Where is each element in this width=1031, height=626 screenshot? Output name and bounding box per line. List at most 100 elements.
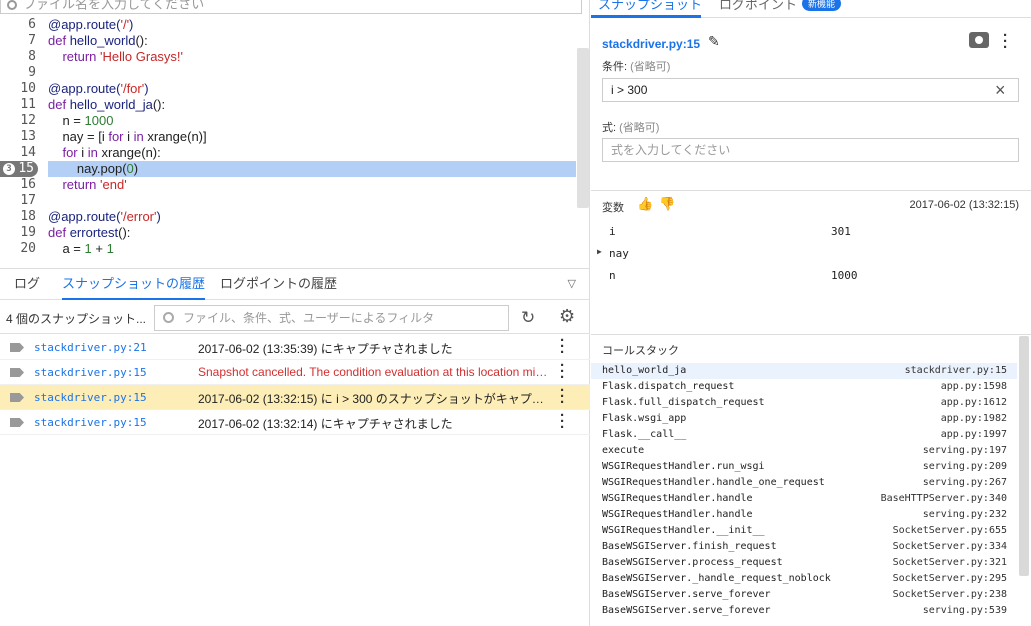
- frame-name: WSGIRequestHandler.handle: [602, 493, 753, 504]
- code-line[interactable]: 6 @app.route('/'): [0, 17, 590, 33]
- frame-location: app.py:1997: [940, 429, 1007, 440]
- thumbs-up-icon[interactable]: 👍: [637, 196, 653, 212]
- stack-frame[interactable]: hello_world_ja stackdriver.py:15: [591, 363, 1017, 379]
- expand-arrow-icon[interactable]: ▶: [597, 247, 602, 256]
- snapshot-message: Snapshot cancelled. The condition evalua…: [198, 365, 550, 379]
- line-number[interactable]: 7: [0, 33, 40, 49]
- refresh-icon[interactable]: ↻: [521, 308, 535, 328]
- line-number[interactable]: 9: [0, 65, 40, 81]
- code-line[interactable]: 12 n = 1000: [0, 113, 590, 129]
- code-line[interactable]: 10 @app.route('/for'): [0, 81, 590, 97]
- frame-location: BaseHTTPServer.py:340: [880, 493, 1007, 504]
- tab-snapshot-history[interactable]: スナップショットの履歴: [62, 269, 206, 300]
- line-number[interactable]: 8: [0, 49, 40, 65]
- line-number[interactable]: 14: [0, 145, 40, 161]
- line-number[interactable]: 18: [0, 209, 40, 225]
- more-vert-icon[interactable]: · · ·: [560, 333, 565, 360]
- frame-name: WSGIRequestHandler.run_wsgi: [602, 461, 765, 472]
- code-line[interactable]: 18 @app.route('/error'): [0, 209, 590, 225]
- more-vert-icon[interactable]: · · ·: [560, 408, 565, 435]
- condition-input[interactable]: i > 300: [602, 78, 1019, 102]
- camera-icon[interactable]: [969, 32, 989, 48]
- snapshot-row[interactable]: stackdriver.py:15 Snapshot cancelled. The…: [0, 358, 590, 385]
- stack-frame[interactable]: BaseWSGIServer.finish_request SocketServe…: [591, 539, 1017, 555]
- code-text: for i in xrange(n):: [62, 145, 161, 160]
- line-number[interactable]: 6: [0, 17, 40, 33]
- tab-logpoint[interactable]: ログポイント: [719, 0, 797, 13]
- stack-frame[interactable]: WSGIRequestHandler.handle BaseHTTPServer.…: [591, 491, 1017, 507]
- code-line[interactable]: 11 def hello_world_ja():: [0, 97, 590, 113]
- stack-frame[interactable]: BaseWSGIServer.serve_forever SocketServer…: [591, 587, 1017, 603]
- tab-snapshot[interactable]: スナップショット: [598, 0, 702, 13]
- expression-input[interactable]: 式を入力してください: [602, 138, 1019, 162]
- code-line[interactable]: 13 nay = [i for i in xrange(n)]: [0, 129, 590, 145]
- code-line[interactable]: 16 return 'end': [0, 177, 590, 193]
- line-number[interactable]: 13: [0, 129, 40, 145]
- stack-frame[interactable]: WSGIRequestHandler.__init__ SocketServer.…: [591, 523, 1017, 539]
- settings-icon[interactable]: ⚙: [559, 306, 575, 327]
- tab-log[interactable]: ログ: [14, 269, 40, 300]
- snapshot-message: 2017-06-02 (13:32:15) に i > 300 のスナップショッ…: [198, 392, 550, 406]
- file-search-input[interactable]: ファイル名を入力してください: [0, 0, 582, 14]
- code-text: @app.route('/'): [48, 17, 134, 32]
- code-line[interactable]: 9: [0, 65, 590, 81]
- stack-frame[interactable]: BaseWSGIServer.serve_forever serving.py:5…: [591, 603, 1017, 619]
- snapshot-row[interactable]: stackdriver.py:21 2017-06-02 (13:35:39) に…: [0, 333, 590, 360]
- edit-icon[interactable]: ✎: [708, 33, 720, 50]
- frame-name: Flask.dispatch_request: [602, 381, 735, 392]
- more-vert-icon[interactable]: · · ·: [560, 358, 565, 385]
- condition-label: 条件: (省略可): [602, 61, 671, 73]
- stack-frame[interactable]: WSGIRequestHandler.run_wsgi serving.py:20…: [591, 459, 1017, 475]
- code-line[interactable]: 7 def hello_world():: [0, 33, 590, 49]
- snapshot-file: stackdriver.py:15: [34, 416, 147, 429]
- frame-name: BaseWSGIServer.serve_forever: [602, 605, 771, 616]
- stack-frame[interactable]: BaseWSGIServer.process_request SocketServ…: [591, 555, 1017, 571]
- frame-name: WSGIRequestHandler.handle: [602, 509, 753, 520]
- stack-frame[interactable]: Flask.dispatch_request app.py:1598: [591, 379, 1017, 395]
- breakpoint-badge[interactable]: 3: [3, 163, 15, 175]
- filter-input[interactable]: ファイル、条件、式、ユーザーによるフィルタ: [154, 305, 509, 331]
- right-pane: スナップショット ログポイント 新機能 stackdriver.py:15 ✎ …: [591, 0, 1031, 626]
- tab-logpoint-history[interactable]: ログポイントの履歴: [220, 269, 337, 300]
- code-line[interactable]: 17: [0, 193, 590, 209]
- stack-frame[interactable]: Flask.wsgi_app app.py:1982: [591, 411, 1017, 427]
- code-line[interactable]: 20 a = 1 + 1: [0, 241, 590, 257]
- line-number[interactable]: 20: [0, 241, 40, 257]
- code-scrollbar[interactable]: [577, 48, 589, 208]
- stack-frame[interactable]: Flask.full_dispatch_request app.py:1612: [591, 395, 1017, 411]
- code-line[interactable]: 8 return 'Hello Grasys!': [0, 49, 590, 65]
- frame-location: SocketServer.py:295: [892, 573, 1007, 584]
- debugger-window: ファイル名を入力してください 6 @app.route('/') 7 def hell…: [0, 0, 1031, 626]
- more-vert-icon[interactable]: · · ·: [560, 383, 565, 410]
- line-number[interactable]: 19: [0, 225, 40, 241]
- snapshot-tag-icon: [10, 343, 24, 352]
- code-line[interactable]: 19 def errortest():: [0, 225, 590, 241]
- code-line[interactable]: 14 for i in xrange(n):: [0, 145, 590, 161]
- thumbs-down-icon[interactable]: 👎: [659, 196, 675, 212]
- line-number[interactable]: 10: [0, 81, 40, 97]
- line-number[interactable]: 17: [0, 193, 40, 209]
- line-number[interactable]: 11: [0, 97, 40, 113]
- more-vert-icon[interactable]: · · ·: [1003, 28, 1008, 55]
- stack-frame[interactable]: Flask.__call__ app.py:1997: [591, 427, 1017, 443]
- code-line[interactable]: 15 3 nay.pop(0): [0, 161, 590, 177]
- close-icon[interactable]: ×: [995, 79, 1006, 101]
- stack-frame[interactable]: BaseWSGIServer._handle_request_noblock So…: [591, 571, 1017, 587]
- stack-frame[interactable]: WSGIRequestHandler.handle serving.py:232: [591, 507, 1017, 523]
- line-number[interactable]: 16: [0, 177, 40, 193]
- variable-value: 1000: [831, 269, 858, 282]
- stack-frame[interactable]: execute serving.py:197: [591, 443, 1017, 459]
- stack-frame[interactable]: WSGIRequestHandler.handle_one_request ser…: [591, 475, 1017, 491]
- code-editor[interactable]: 6 @app.route('/') 7 def hello_world(): 8 ret…: [0, 17, 590, 265]
- callstack-scrollbar[interactable]: [1019, 336, 1029, 576]
- frame-location: app.py:1612: [940, 397, 1007, 408]
- collapse-icon[interactable]: ▽: [568, 277, 576, 290]
- capture-timestamp: 2017-06-02 (13:32:15): [909, 199, 1019, 211]
- variable-row[interactable]: ▶ nay: [591, 243, 1031, 265]
- snapshot-file: stackdriver.py:15: [34, 366, 147, 379]
- variable-name: n: [609, 269, 616, 282]
- line-number[interactable]: 12: [0, 113, 40, 129]
- snapshot-row[interactable]: stackdriver.py:15 2017-06-02 (13:32:15) に…: [0, 383, 590, 410]
- snapshot-row[interactable]: stackdriver.py:15 2017-06-02 (13:32:14) に…: [0, 408, 590, 435]
- frame-name: execute: [602, 445, 645, 456]
